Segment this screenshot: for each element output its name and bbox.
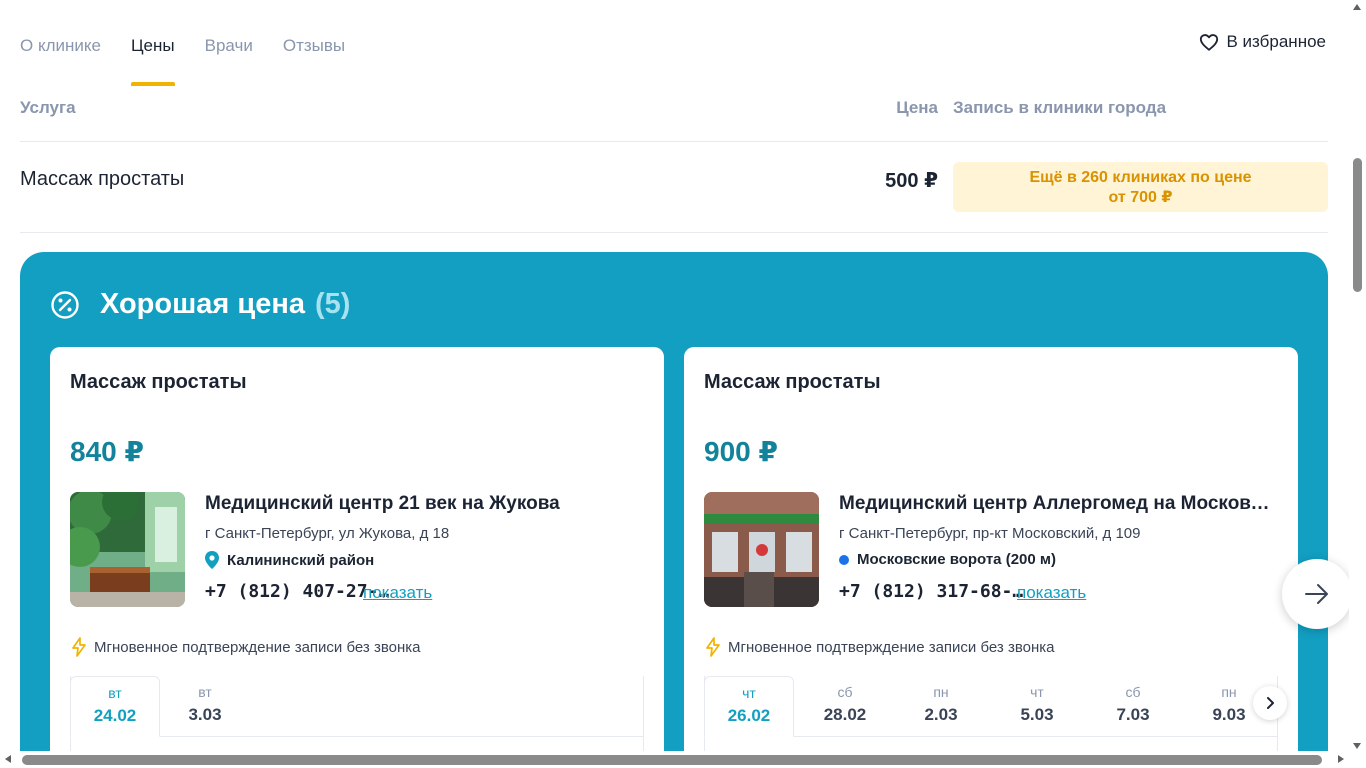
date-weekday: чт [742, 685, 756, 701]
clinic-name-link[interactable]: Медицинский центр 21 век на Жукова [205, 493, 645, 515]
clinic-address: г Санкт-Петербург, пр-кт Московский, д 1… [839, 525, 1141, 542]
date-day: 5.03 [1020, 705, 1054, 724]
card-service: Массаж простаты [70, 371, 247, 393]
date-day: 7.03 [1116, 705, 1150, 724]
clinic-name-link[interactable]: Медицинский центр Аллергомед на Московск… [839, 493, 1279, 515]
vertical-scrollbar[interactable] [1349, 0, 1366, 751]
date-option-selected[interactable]: чт 26.02 [704, 676, 794, 737]
row-service: Массаж простаты [20, 168, 185, 190]
clinic-photo[interactable] [70, 492, 185, 607]
card-service: Массаж простаты [704, 371, 881, 393]
clinic-district: Калининский район [205, 551, 374, 569]
good-price-count: (5) [314, 288, 351, 320]
favorite-button[interactable]: В избранное [1199, 32, 1327, 52]
row-price: 500 ₽ [885, 170, 938, 192]
horizontal-scroll-thumb[interactable] [22, 755, 1322, 765]
show-phone-link[interactable]: показать [363, 583, 432, 603]
clinic-phone: +7 (812) 407-27-… [205, 581, 390, 602]
lightning-icon [72, 637, 86, 657]
good-price-section: Хорошая цена (5) Массаж простаты 840 ₽ Ме… [20, 252, 1328, 768]
date-option-selected[interactable]: вт 24.02 [70, 676, 160, 737]
map-pin-icon [205, 551, 219, 569]
scroll-right-arrow[interactable] [1338, 755, 1344, 763]
offer-card: Массаж простаты 840 ₽ Медицинский центр … [50, 347, 664, 768]
card-price: 840 ₽ [70, 436, 144, 467]
clinic-metro: Московские ворота (200 м) [839, 551, 1056, 568]
offer-card: Массаж простаты 900 ₽ Медицинский центр … [684, 347, 1298, 768]
district-label: Калининский район [227, 551, 375, 569]
date-day: 26.02 [727, 706, 771, 725]
date-option[interactable]: сб 7.03 [1088, 676, 1178, 737]
date-option[interactable]: вт 3.03 [160, 676, 250, 737]
date-weekday: сб [837, 684, 853, 700]
metro-label: Московские ворота (200 м) [857, 551, 1056, 568]
good-price-title: Хорошая цена [100, 288, 305, 320]
lightning-icon [706, 637, 720, 657]
arrow-right-icon [1305, 584, 1328, 604]
instant-label: Мгновенное подтверждение записи без звон… [94, 638, 421, 656]
instant-confirmation: Мгновенное подтверждение записи без звон… [704, 637, 1054, 657]
good-price-heading: Хорошая цена (5) [50, 288, 350, 321]
horizontal-scrollbar[interactable] [0, 751, 1366, 768]
scroll-up-arrow[interactable] [1353, 4, 1361, 10]
more-clinics-line2: от 700 ₽ [1108, 189, 1173, 206]
date-weekday: вт [198, 684, 212, 700]
dates-next-button[interactable] [1253, 686, 1287, 720]
date-weekday: чт [1030, 684, 1044, 700]
favorite-label: В избранное [1226, 32, 1327, 51]
chevron-right-icon [1267, 697, 1274, 709]
heart-icon [1199, 34, 1218, 51]
scroll-left-arrow[interactable] [5, 755, 11, 763]
clinic-address: г Санкт-Петербург, ул Жукова, д 18 [205, 525, 450, 542]
card-price: 900 ₽ [704, 436, 778, 467]
header-service: Услуга [20, 98, 76, 117]
carousel-next-button[interactable] [1282, 559, 1352, 629]
scroll-down-arrow[interactable] [1353, 743, 1361, 749]
date-day: 2.03 [924, 705, 958, 724]
date-option[interactable]: сб 28.02 [800, 676, 890, 737]
vertical-scroll-thumb[interactable] [1353, 158, 1362, 292]
date-weekday: пн [933, 684, 949, 700]
tab-about[interactable]: О клинике [20, 0, 101, 86]
more-clinics-button[interactable]: Ещё в 260 клиниках по цене от 700 ₽ [953, 162, 1328, 212]
header-booking: Запись в клиники города [953, 98, 1167, 117]
percent-badge-icon [51, 290, 79, 319]
instant-label: Мгновенное подтверждение записи без звон… [728, 638, 1055, 656]
date-weekday: вт [108, 685, 122, 701]
table-row: Массаж простаты 500 ₽ Ещё в 260 клиниках… [20, 142, 1328, 233]
show-phone-link[interactable]: показать [1017, 583, 1086, 603]
date-option[interactable]: пн 2.03 [896, 676, 986, 737]
date-weekday: сб [1125, 684, 1141, 700]
clinic-tabs: О клинике Цены Врачи Отзывы [20, 0, 345, 86]
date-day: 28.02 [823, 705, 867, 724]
price-table-header: Услуга Цена Запись в клиники города [20, 96, 1328, 142]
date-day: 24.02 [93, 706, 137, 725]
clinic-phone: +7 (812) 317-68-… [839, 581, 1024, 602]
tab-doctors[interactable]: Врачи [205, 0, 253, 86]
metro-dot-icon [839, 554, 849, 565]
date-option[interactable]: чт 5.03 [992, 676, 1082, 737]
instant-confirmation: Мгновенное подтверждение записи без звон… [70, 637, 420, 657]
date-day: 3.03 [188, 705, 222, 724]
header-price: Цена [896, 98, 938, 117]
tab-reviews[interactable]: Отзывы [283, 0, 345, 86]
more-clinics-line1: Ещё в 260 клиниках по цене [1029, 169, 1252, 186]
clinic-photo[interactable] [704, 492, 819, 607]
tab-prices[interactable]: Цены [130, 0, 175, 86]
